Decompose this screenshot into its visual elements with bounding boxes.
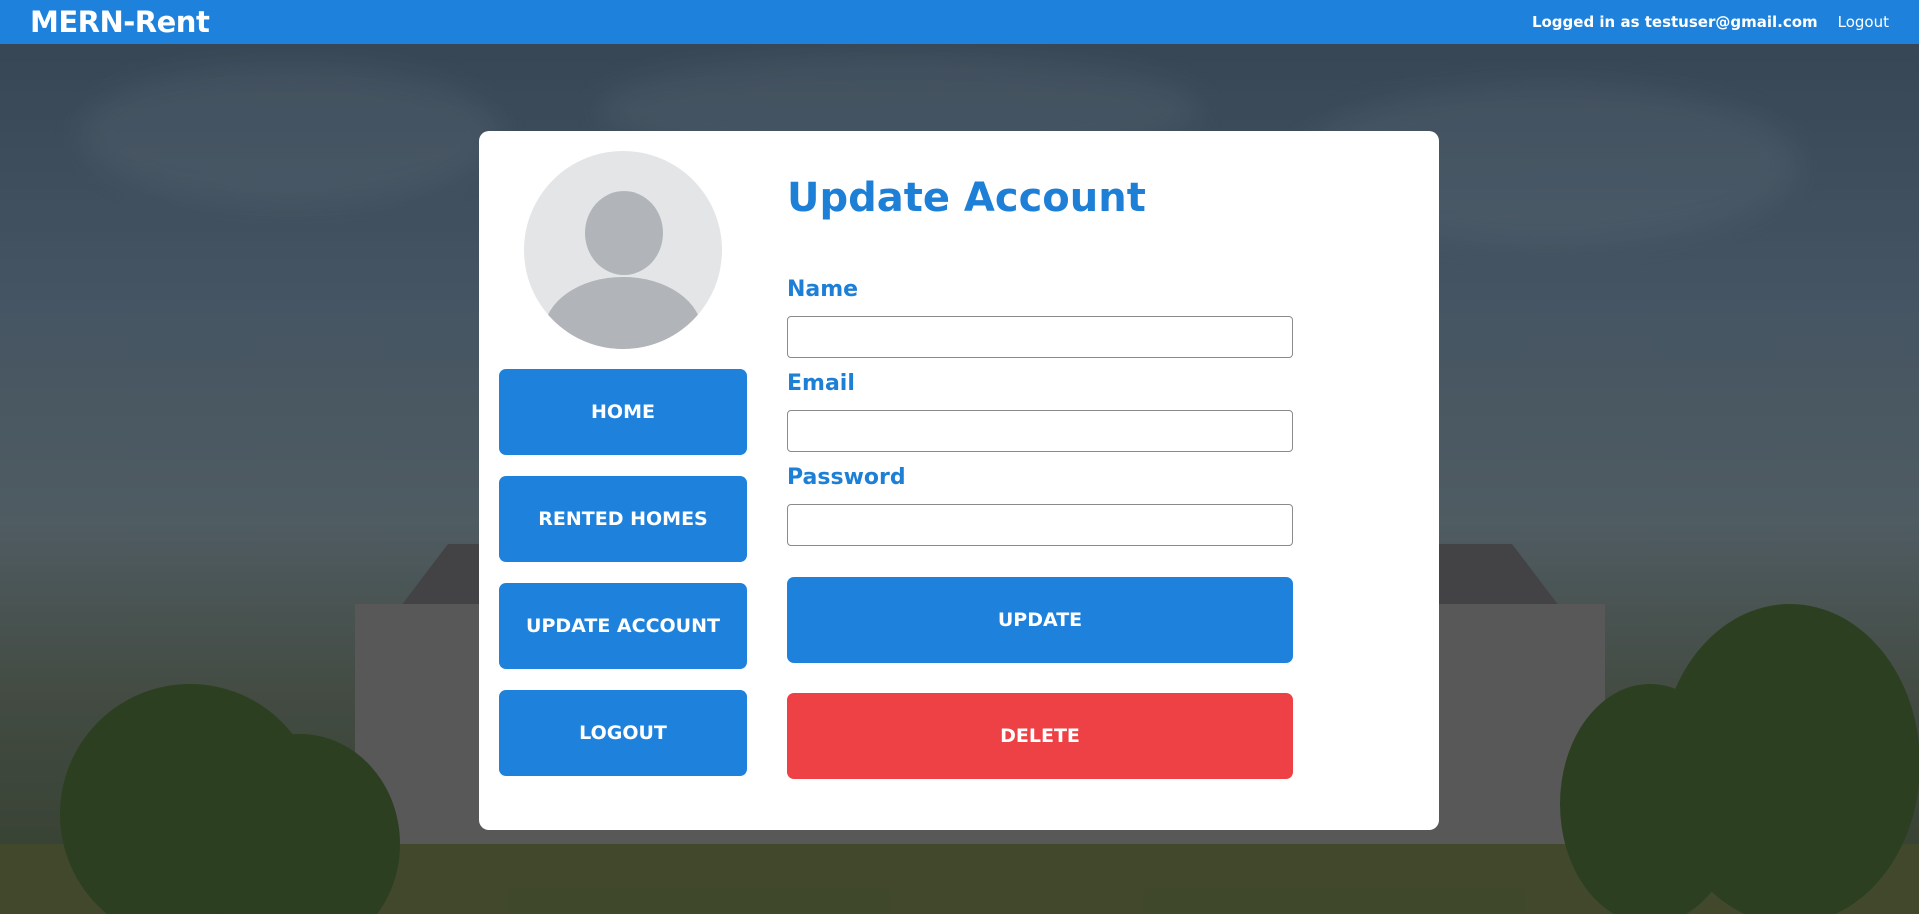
page-title: Update Account bbox=[787, 175, 1146, 221]
avatar-body bbox=[544, 277, 702, 349]
top-navbar: MERN-Rent Logged in as testuser@gmail.co… bbox=[0, 0, 1919, 44]
user-area: Logged in as testuser@gmail.com Logout bbox=[1532, 13, 1889, 31]
password-label: Password bbox=[787, 465, 906, 490]
user-avatar-placeholder-icon bbox=[524, 151, 722, 349]
delete-button[interactable]: DELETE bbox=[787, 693, 1293, 779]
name-input[interactable] bbox=[787, 316, 1293, 358]
email-input[interactable] bbox=[787, 410, 1293, 452]
home-button[interactable]: HOME bbox=[499, 369, 747, 455]
update-account-button[interactable]: UPDATE ACCOUNT bbox=[499, 583, 747, 669]
brand-logo[interactable]: MERN-Rent bbox=[30, 5, 210, 39]
logged-in-status: Logged in as testuser@gmail.com bbox=[1531, 13, 1818, 31]
avatar-head bbox=[585, 191, 663, 275]
logout-button[interactable]: LOGOUT bbox=[499, 690, 747, 776]
rented-homes-button[interactable]: RENTED HOMES bbox=[499, 476, 747, 562]
email-label: Email bbox=[787, 371, 855, 396]
header-logout-link[interactable]: Logout bbox=[1838, 13, 1889, 31]
account-card: HOME RENTED HOMES UPDATE ACCOUNT LOGOUT … bbox=[479, 131, 1439, 830]
password-input[interactable] bbox=[787, 504, 1293, 546]
update-button[interactable]: UPDATE bbox=[787, 577, 1293, 663]
name-label: Name bbox=[787, 277, 859, 302]
